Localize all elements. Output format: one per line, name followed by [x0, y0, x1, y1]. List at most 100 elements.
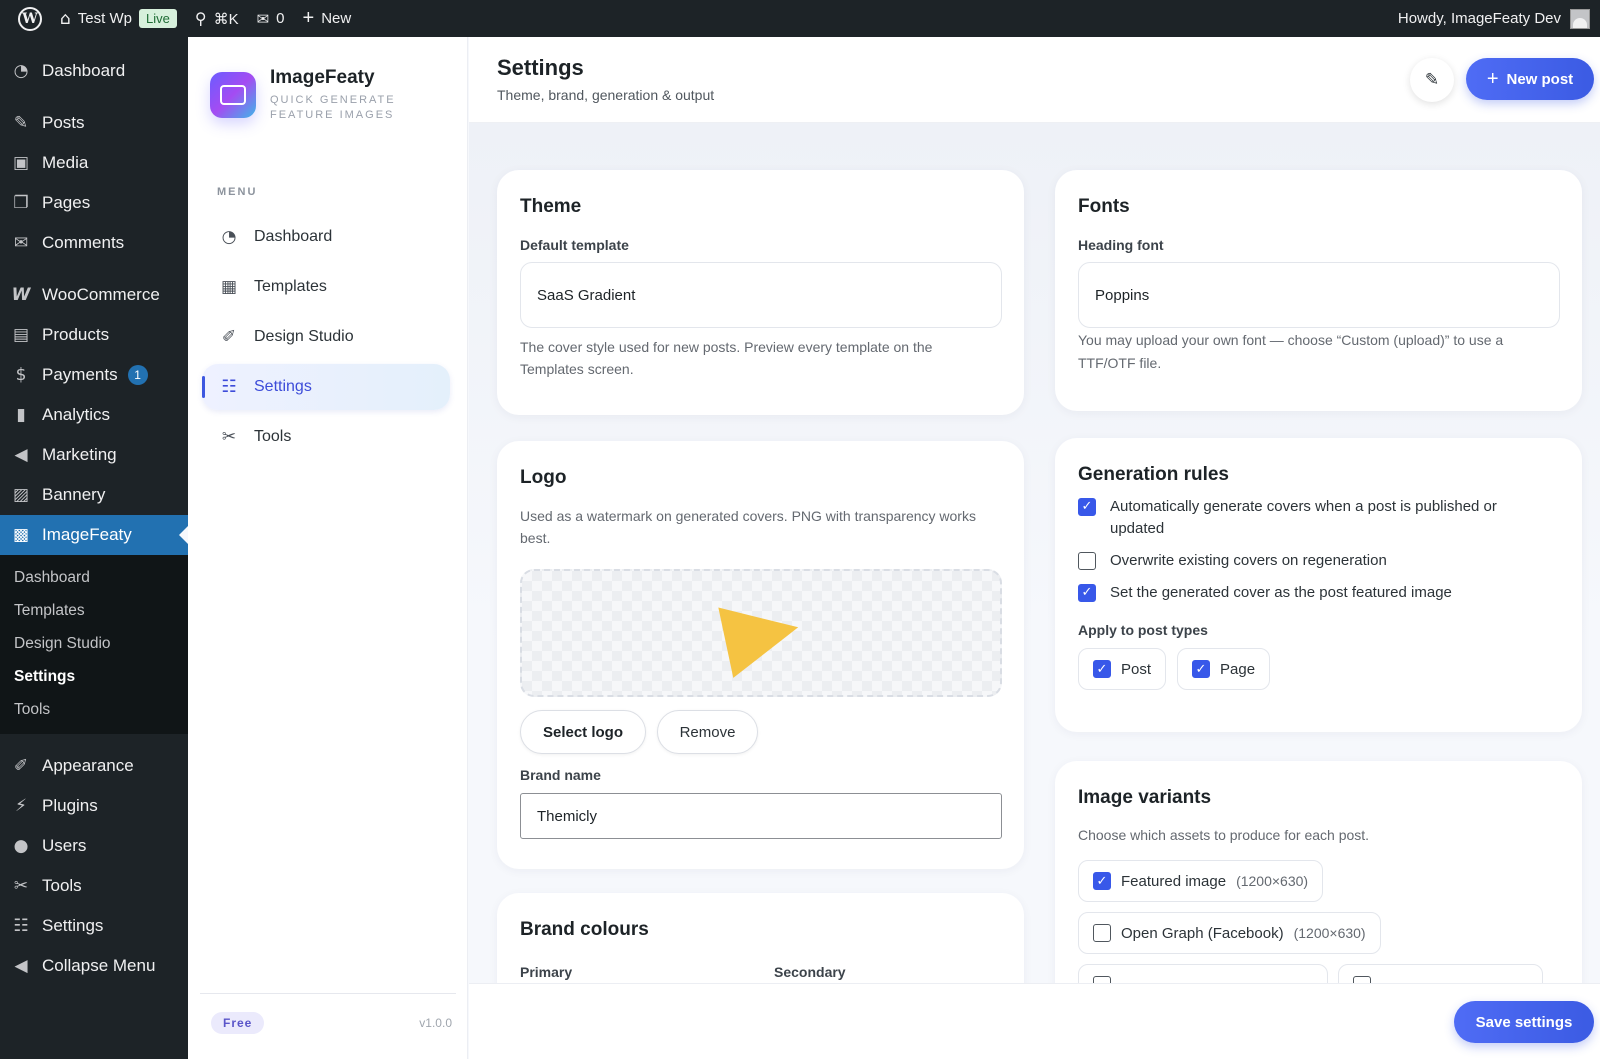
menu-pages[interactable]: ❐ Pages — [0, 183, 188, 223]
checkbox-checked[interactable]: ✓ — [1078, 584, 1096, 602]
theme-card: Theme Default template SaaS Gradient The… — [497, 170, 1024, 415]
menu-analytics[interactable]: ▮ Analytics — [0, 395, 188, 435]
save-bar: Save settings — [469, 983, 1600, 1059]
rule-set-featured[interactable]: ✓ Set the generated cover as the post fea… — [1078, 582, 1548, 604]
logo-preview-image — [718, 592, 806, 678]
brand-colours-card: Brand colours Primary Secondary — [497, 893, 1024, 983]
checkbox-unchecked[interactable] — [1353, 976, 1371, 983]
menu-marketing[interactable]: ◀ Marketing — [0, 435, 188, 475]
nav-label: Tools — [254, 428, 292, 445]
help-text: You may upload your own font — choose “C… — [1078, 332, 1504, 371]
new-post-button[interactable]: + New post — [1466, 58, 1594, 100]
remove-logo-button[interactable]: Remove — [657, 710, 758, 754]
submenu-tools[interactable]: Tools — [0, 693, 188, 726]
rule-overwrite[interactable]: Overwrite existing covers on regeneratio… — [1078, 550, 1548, 572]
menu-media[interactable]: ▣ Media — [0, 143, 188, 183]
menu-tools[interactable]: ✂ Tools — [0, 866, 188, 906]
post-type-label: Post — [1121, 660, 1152, 678]
variant-label: Open Graph (Facebook) — [1121, 924, 1284, 942]
menu-dashboard[interactable]: ◔ Dashboard — [0, 51, 188, 91]
menu-bannery[interactable]: ▨ Bannery — [0, 475, 188, 515]
menu-products[interactable]: ▤ Products — [0, 315, 188, 355]
checkbox-unchecked[interactable] — [1093, 924, 1111, 942]
variant-row-partial[interactable] — [1338, 964, 1543, 983]
select-logo-button[interactable]: Select logo — [520, 710, 646, 754]
menu-imagefeaty[interactable]: ▩ ImageFeaty — [0, 515, 188, 555]
menu-plugins[interactable]: ⚡ Plugins — [0, 786, 188, 826]
variant-open-graph[interactable]: Open Graph (Facebook) (1200×630) — [1078, 912, 1381, 954]
menu-label: Plugins — [42, 796, 98, 815]
checkbox-checked[interactable]: ✓ — [1093, 660, 1111, 678]
logo-dropzone[interactable] — [520, 569, 1002, 697]
plugin-nav-tools[interactable]: ✂ Tools — [202, 414, 450, 460]
imagefeaty-submenu: Dashboard Templates Design Studio Settin… — [0, 555, 188, 734]
menu-woocommerce[interactable]: W WooCommerce — [0, 275, 188, 315]
heading-font-select[interactable]: Poppins — [1078, 262, 1560, 328]
menu-comments[interactable]: ✉ Comments — [0, 223, 188, 263]
checkbox-unchecked[interactable] — [1093, 976, 1111, 983]
checkbox-checked[interactable]: ✓ — [1192, 660, 1210, 678]
menu-label: WooCommerce — [42, 285, 160, 304]
archive-icon: ▤ — [12, 325, 30, 345]
submenu-design-studio[interactable]: Design Studio — [0, 627, 188, 660]
menu-label: Marketing — [42, 445, 117, 464]
my-account-menu[interactable]: Howdy, ImageFeaty Dev — [1398, 0, 1590, 37]
submenu-templates[interactable]: Templates — [0, 594, 188, 627]
collapse-menu[interactable]: ◀ Collapse Menu — [0, 946, 188, 986]
brand-name-input[interactable]: Themicly — [520, 793, 1002, 839]
field-label: Brand name — [520, 767, 601, 783]
menu-appearance[interactable]: ✐ Appearance — [0, 746, 188, 786]
primary-label: Primary — [520, 964, 573, 980]
wp-admin-menu: ◔ Dashboard ✎ Posts ▣ Media ❐ Pages ✉ Comment… — [0, 37, 188, 1059]
plugin-nav-settings[interactable]: ☷ Settings — [202, 364, 450, 410]
woocommerce-icon: W — [11, 285, 31, 305]
search-icon: ⚲ — [194, 9, 207, 28]
plugin-brand: ImageFeaty QUICK GENERATE FEATURE IMAGES — [210, 67, 396, 123]
wp-logo-menu[interactable]: W — [0, 0, 51, 37]
search-shortcut[interactable]: ⚲ ⌘K — [186, 0, 248, 37]
comments-link[interactable]: ✉ 0 — [248, 0, 294, 37]
card-title: Logo — [520, 467, 567, 488]
submenu-settings[interactable]: Settings — [0, 660, 188, 693]
nav-label: Settings — [254, 378, 312, 395]
plus-icon: + — [302, 7, 315, 29]
collapse-icon: ◀ — [14, 956, 28, 976]
checkbox-checked[interactable]: ✓ — [1078, 498, 1096, 516]
new-content-menu[interactable]: + New — [294, 0, 361, 37]
checkbox-unchecked[interactable] — [1078, 552, 1096, 570]
menu-users[interactable]: ● Users — [0, 826, 188, 866]
new-post-label: New post — [1506, 70, 1574, 88]
card-title: Brand colours — [520, 919, 649, 940]
menu-settings[interactable]: ☷ Settings — [0, 906, 188, 946]
imagefeaty-icon: ▩ — [12, 525, 30, 545]
menu-label: Settings — [42, 916, 104, 935]
variant-row-partial[interactable] — [1078, 964, 1328, 983]
rule-label: Automatically generate covers when a pos… — [1110, 498, 1497, 537]
site-name-link[interactable]: ⌂ Test Wp Live — [51, 0, 186, 37]
menu-posts[interactable]: ✎ Posts — [0, 103, 188, 143]
variant-featured-image[interactable]: ✓ Featured image (1200×630) — [1078, 860, 1324, 902]
user-icon: ● — [13, 836, 29, 856]
avatar — [1570, 8, 1590, 29]
payments-icon: $ — [15, 365, 27, 385]
menu-payments[interactable]: $ Payments 1 — [0, 355, 188, 395]
comment-icon: ✉ — [13, 233, 29, 253]
menu-label: Users — [42, 836, 87, 855]
plugin-nav-dashboard[interactable]: ◔ Dashboard — [202, 214, 450, 260]
post-type-page[interactable]: ✓ Page — [1177, 648, 1271, 690]
default-template-select[interactable]: SaaS Gradient — [520, 262, 1002, 328]
plugin-nav-design-studio[interactable]: ✐ Design Studio — [202, 314, 450, 360]
post-type-post[interactable]: ✓ Post — [1078, 648, 1167, 690]
submenu-dashboard[interactable]: Dashboard — [0, 561, 188, 594]
imagefeaty-logo-icon — [210, 72, 256, 118]
rule-auto-generate[interactable]: ✓ Automatically generate covers when a po… — [1078, 496, 1548, 540]
plugin-nav-templates[interactable]: ▦ Templates — [202, 264, 450, 310]
save-settings-button[interactable]: Save settings — [1454, 1001, 1594, 1043]
pin-button[interactable]: ✎ — [1410, 58, 1454, 102]
plugin-icon: ⚡ — [15, 796, 27, 816]
checkbox-checked[interactable]: ✓ — [1093, 872, 1111, 890]
dashboard-icon: ◔ — [13, 61, 29, 81]
bar-chart-icon: ▮ — [16, 405, 26, 425]
plugin-sidebar: ImageFeaty QUICK GENERATE FEATURE IMAGES… — [188, 37, 468, 1059]
plugin-tagline-1: QUICK GENERATE — [270, 94, 396, 106]
